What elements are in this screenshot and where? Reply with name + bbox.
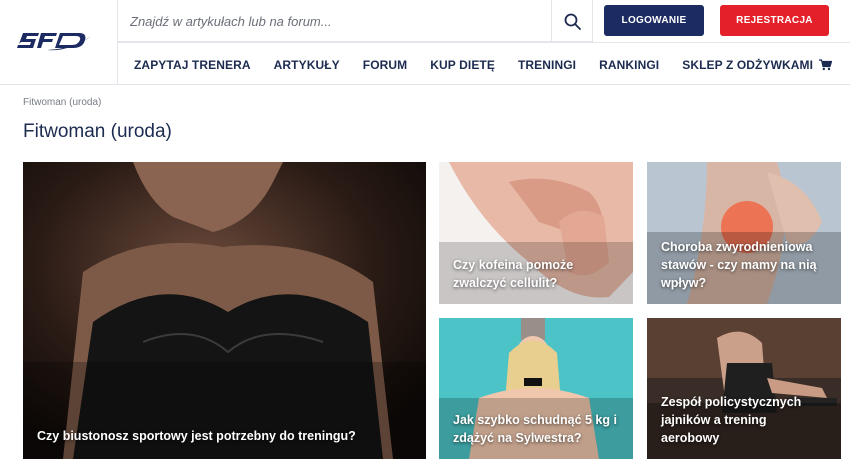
nav-item-ask-trainer[interactable]: ZAPYTAJ TRENERA xyxy=(134,58,251,72)
nav-item-supplement-shop[interactable]: SKLEP Z ODŻYWKAMI xyxy=(682,58,833,72)
nav-item-label: FORUM xyxy=(362,58,408,72)
cart-icon xyxy=(819,59,833,71)
article-card[interactable]: Czy biustonosz sportowy jest potrzebny d… xyxy=(23,162,426,459)
nav-item-trainings[interactable]: TRENINGI xyxy=(518,58,576,72)
logo-area xyxy=(0,0,118,85)
divider xyxy=(118,42,850,43)
nav-item-label: ARTYKUŁY xyxy=(273,58,340,72)
search-bar xyxy=(118,0,592,42)
nav-item-articles[interactable]: ARTYKUŁY xyxy=(274,58,340,72)
article-card[interactable]: Czy kofeina pomoże zwalczyć cellulit? xyxy=(439,162,633,304)
page-title: Fitwoman (uroda) xyxy=(23,121,172,142)
divider xyxy=(592,0,593,42)
nav-item-label: RANKINGI xyxy=(599,58,660,72)
nav-item-label: TRENINGI xyxy=(517,58,577,72)
article-image xyxy=(23,162,426,459)
nav-item-forum[interactable]: FORUM xyxy=(363,58,408,72)
sfd-logo[interactable] xyxy=(17,30,93,52)
register-button[interactable]: REJESTRACJA xyxy=(720,5,829,36)
article-title: Jak szybko schudnąć 5 kg i zdążyć na Syl… xyxy=(453,413,617,445)
nav-item-label: SKLEP Z ODŻYWKAMI xyxy=(682,58,814,72)
article-card[interactable]: Jak szybko schudnąć 5 kg i zdążyć na Syl… xyxy=(439,318,633,459)
nav-item-label: ZAPYTAJ TRENERA xyxy=(134,58,251,72)
site-header: LOGOWANIE REJESTRACJA ZAPYTAJ TRENERA AR… xyxy=(0,0,850,85)
search-input[interactable] xyxy=(130,8,550,34)
nav-item-rankings[interactable]: RANKINGI xyxy=(599,58,659,72)
article-title: Czy kofeina pomoże zwalczyć cellulit? xyxy=(453,258,574,290)
breadcrumb[interactable]: Fitwoman (uroda) xyxy=(23,97,101,108)
search-button[interactable] xyxy=(551,0,592,42)
article-title: Czy biustonosz sportowy jest potrzebny d… xyxy=(37,429,356,443)
nav-item-label: KUP DIETĘ xyxy=(430,58,495,72)
article-title: Zespół policystycznych jajników a trenin… xyxy=(661,395,802,445)
article-card[interactable]: Choroba zwyrodnieniowa stawów - czy mamy… xyxy=(647,162,841,304)
search-icon xyxy=(564,13,581,30)
login-button[interactable]: LOGOWANIE xyxy=(604,5,704,36)
main-nav: ZAPYTAJ TRENERA ARTYKUŁY FORUM KUP DIETĘ… xyxy=(134,57,833,73)
article-title: Choroba zwyrodnieniowa stawów - czy mamy… xyxy=(661,240,817,290)
article-card[interactable]: Zespół policystycznych jajników a trenin… xyxy=(647,318,841,459)
nav-item-buy-diet[interactable]: KUP DIETĘ xyxy=(430,58,495,72)
